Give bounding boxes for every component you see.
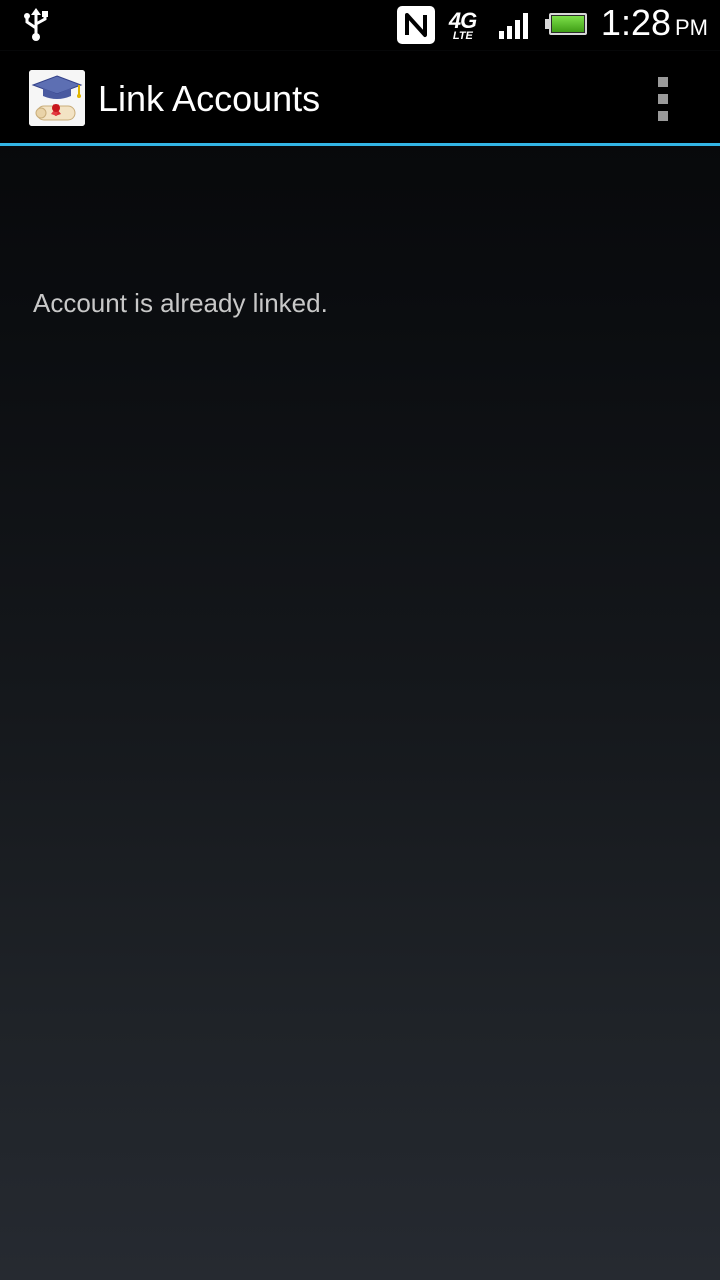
clock-time: 1:28 [600, 1, 671, 43]
status-message: Account is already linked. [33, 288, 328, 318]
status-icons: 4G LTE 1:28 PM [396, 0, 708, 53]
network-sub-label: LTE [452, 30, 473, 42]
screen: 4G LTE 1:28 PM Link Accounts Account is … [0, 0, 720, 1280]
network-4g-lte-icon: 4G LTE [447, 6, 487, 44]
clock-ampm: PM [675, 14, 708, 40]
action-bar: Link Accounts [0, 51, 720, 146]
status-clock: 1:28 PM [601, 0, 708, 53]
signal-icon [498, 11, 533, 39]
usb-icon [24, 8, 48, 41]
battery-icon [544, 13, 589, 37]
graduation-cap-diploma-icon[interactable] [29, 70, 85, 126]
action-bar-divider [0, 143, 720, 146]
page-title: Link Accounts [98, 78, 321, 119]
status-bar: 4G LTE 1:28 PM [0, 0, 720, 50]
nfc-icon [396, 6, 435, 44]
overflow-menu-icon[interactable] [646, 77, 680, 121]
